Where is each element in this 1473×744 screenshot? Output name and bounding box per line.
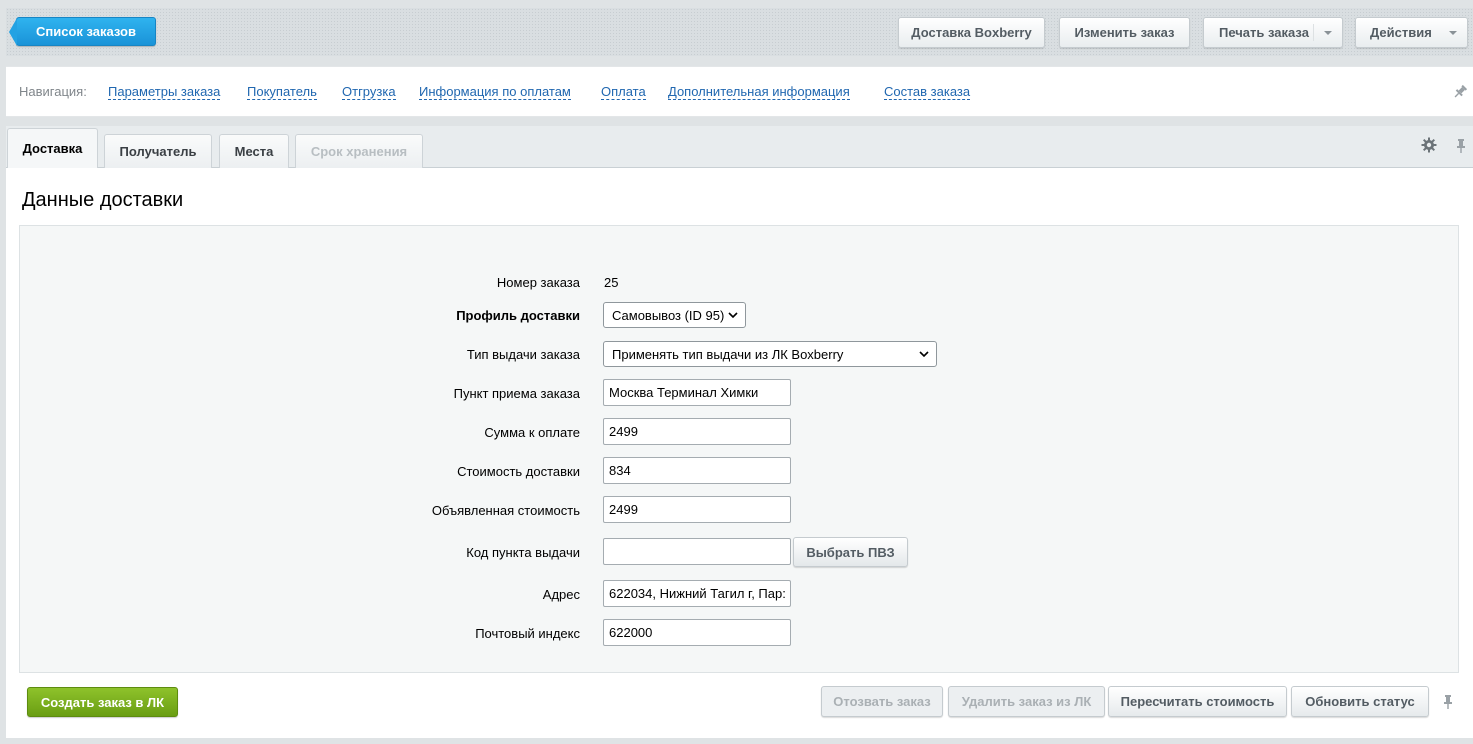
boxberry-delivery-button[interactable]: Доставка Boxberry <box>898 17 1045 48</box>
tab-places[interactable]: Места <box>219 134 289 168</box>
gear-icon[interactable] <box>1421 137 1437 153</box>
delivery-form: Номер заказа 25 Профиль доставки Самовыв… <box>19 225 1459 673</box>
order-number-label: Номер заказа <box>496 275 580 290</box>
delivery-profile-select[interactable]: Самовывоз (ID 95) <box>603 302 746 328</box>
boxberry-delivery-label: Доставка Boxberry <box>911 25 1032 40</box>
chevron-down-icon <box>1324 31 1332 35</box>
tab-delivery[interactable]: Доставка <box>7 128 98 168</box>
nav-link-payment-info[interactable]: Информация по оплатам <box>419 84 571 100</box>
nav-link-order-params[interactable]: Параметры заказа <box>108 84 221 100</box>
reception-point-label: Пункт приема заказа <box>453 386 580 401</box>
select-pickup-point-label: Выбрать ПВЗ <box>806 544 895 560</box>
tab-storage-period: Срок хранения <box>295 134 423 168</box>
nav-link-shipment[interactable]: Отгрузка <box>342 84 396 100</box>
nav-link-order-contents[interactable]: Состав заказа <box>884 84 971 100</box>
chevron-down-icon <box>919 351 929 358</box>
chevron-down-icon <box>728 312 738 319</box>
update-status-label: Обновить статус <box>1305 694 1415 709</box>
recalculate-cost-button[interactable]: Пересчитать стоимость <box>1108 686 1287 717</box>
postcode-input[interactable] <box>603 619 791 646</box>
actions-button[interactable]: Действия <box>1355 17 1468 48</box>
recall-order-button: Отозвать заказ <box>821 686 943 717</box>
amount-to-pay-label: Сумма к оплате <box>484 425 580 440</box>
address-input[interactable] <box>603 580 791 607</box>
postcode-label: Почтовый индекс <box>475 626 580 641</box>
update-status-button[interactable]: Обновить статус <box>1291 686 1429 717</box>
pin-icon[interactable] <box>1454 138 1468 154</box>
select-pickup-point-button[interactable]: Выбрать ПВЗ <box>793 537 908 567</box>
edit-order-label: Изменить заказ <box>1074 25 1175 40</box>
edit-order-button[interactable]: Изменить заказ <box>1059 17 1190 48</box>
declared-value-label: Объявленная стоимость <box>431 503 580 518</box>
tab-storage-period-label: Срок хранения <box>310 144 408 159</box>
pickup-code-input[interactable] <box>603 538 791 565</box>
nav-link-payment[interactable]: Оплата <box>601 84 646 100</box>
declared-value-input[interactable] <box>603 496 791 523</box>
tab-recipient-label: Получатель <box>119 144 197 159</box>
tab-delivery-label: Доставка <box>22 141 83 156</box>
divider <box>1313 24 1314 41</box>
actions-label: Действия <box>1370 25 1432 40</box>
reception-point-input[interactable] <box>603 379 791 406</box>
issue-type-select[interactable]: Применять тип выдачи из ЛК Boxberry <box>603 341 937 367</box>
tab-recipient[interactable]: Получатель <box>104 134 212 168</box>
tabs-bar: Доставка Получатель Места Срок хранения <box>6 126 1473 168</box>
pin-icon[interactable] <box>1441 694 1455 710</box>
delivery-profile-value: Самовывоз (ID 95) <box>612 307 725 323</box>
navigation-label: Навигация: <box>19 84 87 99</box>
section-title: Данные доставки <box>22 189 184 211</box>
delete-order-label: Удалить заказ из ЛК <box>961 694 1092 709</box>
nav-link-additional-info[interactable]: Дополнительная информация <box>668 84 850 100</box>
tab-places-label: Места <box>234 144 274 159</box>
recall-order-label: Отозвать заказ <box>833 694 931 709</box>
delivery-cost-label: Стоимость доставки <box>457 464 580 479</box>
amount-to-pay-input[interactable] <box>603 418 791 445</box>
nav-link-buyer[interactable]: Покупатель <box>247 84 317 100</box>
address-label: Адрес <box>542 587 580 602</box>
pin-icon[interactable] <box>1452 84 1468 100</box>
delivery-profile-label: Профиль доставки <box>456 308 580 323</box>
create-order-label: Создать заказ в ЛК <box>40 694 165 710</box>
issue-type-label: Тип выдачи заказа <box>466 347 580 362</box>
order-number-value: 25 <box>604 275 619 290</box>
order-list-back-button[interactable]: Список заказов <box>9 17 156 46</box>
pickup-code-label: Код пункта выдачи <box>466 545 580 560</box>
recalculate-cost-label: Пересчитать стоимость <box>1120 694 1275 709</box>
navigation-bar: Навигация: Параметры заказа Покупатель О… <box>6 66 1473 117</box>
delivery-cost-input[interactable] <box>603 457 791 484</box>
issue-type-value: Применять тип выдачи из ЛК Boxberry <box>612 346 844 362</box>
top-toolbar: Список заказов Доставка Boxberry Изменит… <box>6 8 1473 56</box>
delete-order-button: Удалить заказ из ЛК <box>948 686 1105 717</box>
create-order-button[interactable]: Создать заказ в ЛК <box>27 687 178 717</box>
print-order-button[interactable]: Печать заказа <box>1203 17 1343 48</box>
chevron-down-icon <box>1449 31 1457 35</box>
delivery-content: Данные доставки Номер заказа 25 Профиль … <box>6 168 1473 738</box>
print-order-label: Печать заказа <box>1219 25 1309 40</box>
